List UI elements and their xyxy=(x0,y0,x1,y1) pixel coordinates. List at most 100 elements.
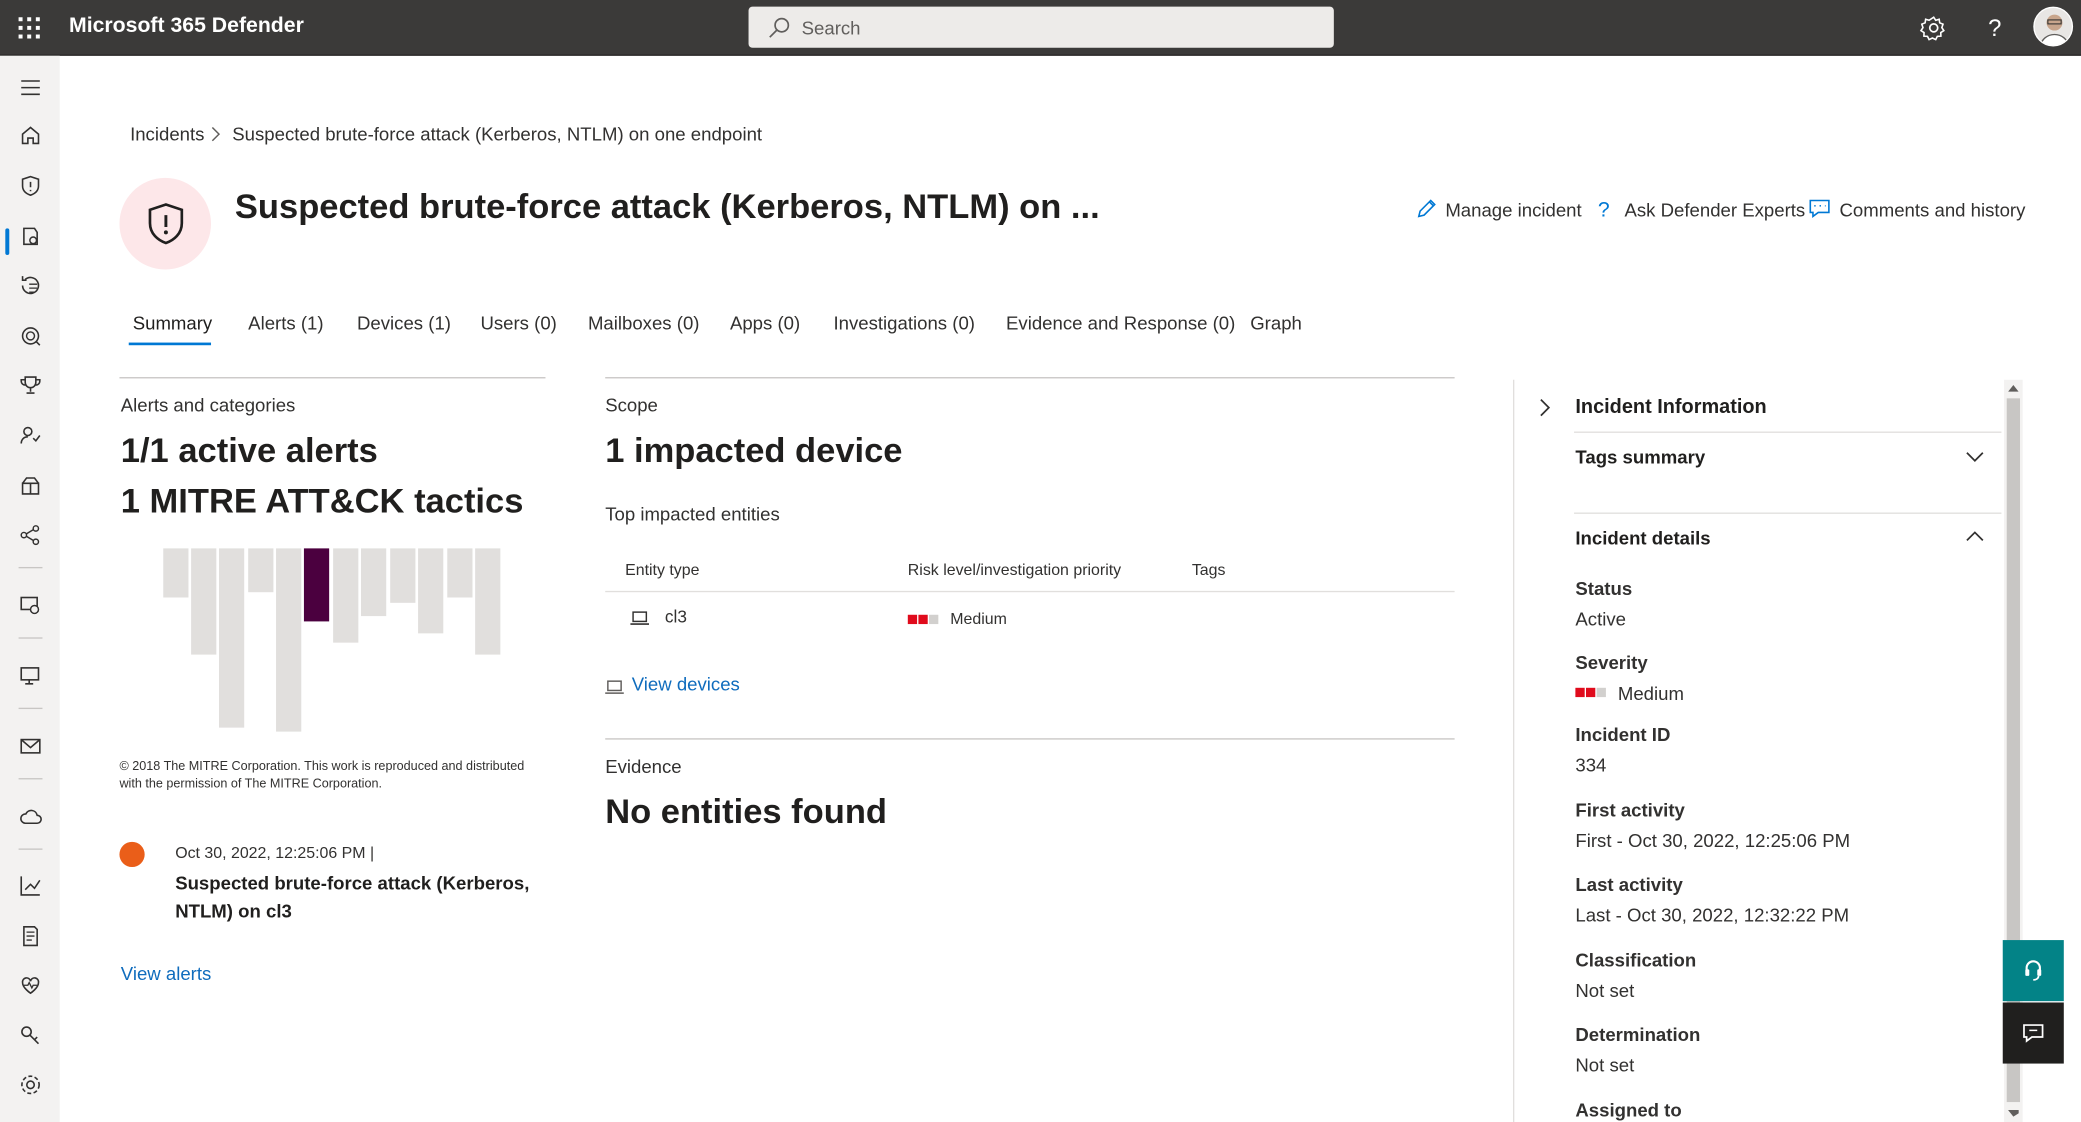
home-icon[interactable] xyxy=(17,122,44,149)
tab-apps[interactable]: Apps (0) xyxy=(730,312,800,333)
manage-incident-button[interactable]: Manage incident xyxy=(1415,197,1582,224)
scope-section-label: Scope xyxy=(605,394,658,416)
active-tab-indicator xyxy=(128,342,212,346)
chevron-right-icon[interactable] xyxy=(1537,397,1553,418)
manage-incident-label: Manage incident xyxy=(1445,199,1582,221)
classification-label: Classification xyxy=(1575,949,1697,971)
tab-investigations[interactable]: Investigations (0) xyxy=(833,312,974,333)
status-label: Status xyxy=(1575,577,1633,599)
table-header-divider xyxy=(605,590,1455,593)
nav-separator xyxy=(18,707,43,710)
incident-id-label: Incident ID xyxy=(1575,723,1671,745)
search-box[interactable] xyxy=(748,6,1334,48)
nav-active-indicator xyxy=(5,228,10,255)
scroll-down-icon[interactable] xyxy=(2008,1110,2019,1118)
shield-alert-icon xyxy=(148,203,184,245)
feedback-button[interactable] xyxy=(2002,1002,2064,1064)
trials-icon[interactable] xyxy=(17,471,44,498)
partner-catalog-icon[interactable] xyxy=(17,522,44,549)
section-divider xyxy=(605,377,1455,379)
tab-mailboxes[interactable]: Mailboxes (0) xyxy=(588,312,700,333)
alert-timestamp: Oct 30, 2022, 12:25:06 PM | xyxy=(175,843,375,862)
incident-title: Suspected brute-force attack (Kerberos, … xyxy=(234,185,1100,226)
comment-icon xyxy=(1809,199,1830,219)
incident-id-value: 334 xyxy=(1575,754,1607,776)
help-icon[interactable]: ? xyxy=(1979,13,2008,42)
tactic-bar-active[interactable] xyxy=(303,548,330,622)
col-risk-level[interactable]: Risk level/investigation priority xyxy=(908,560,1121,579)
last-activity-label: Last activity xyxy=(1575,873,1683,895)
tags-summary-header[interactable]: Tags summary xyxy=(1575,446,1705,467)
severity-value: Medium xyxy=(1617,682,1684,704)
tactic-bar[interactable] xyxy=(163,548,189,598)
comments-history-label: Comments and history xyxy=(1839,199,2026,221)
learning-hub-icon[interactable] xyxy=(17,422,44,449)
tactic-bar[interactable] xyxy=(218,548,245,728)
entity-name[interactable]: cl3 xyxy=(665,607,687,627)
chevron-down-icon[interactable] xyxy=(1964,449,1985,465)
view-alerts-link[interactable]: View alerts xyxy=(121,963,212,984)
tab-devices[interactable]: Devices (1) xyxy=(357,312,451,333)
breadcrumb-incidents[interactable]: Incidents xyxy=(130,123,204,144)
audit-icon[interactable] xyxy=(17,923,44,950)
hamburger-menu-icon[interactable] xyxy=(17,74,44,101)
pencil-icon xyxy=(1417,199,1436,218)
nav-separator xyxy=(18,637,43,639)
alert-title[interactable]: Suspected brute-force attack (Kerberos, … xyxy=(175,870,533,926)
permissions-icon[interactable] xyxy=(17,1022,44,1049)
panel-divider-line xyxy=(1574,512,2002,514)
search-input[interactable] xyxy=(801,13,1306,42)
reports-icon[interactable] xyxy=(17,872,44,899)
app-title[interactable]: Microsoft 365 Defender xyxy=(69,15,304,39)
col-tags[interactable]: Tags xyxy=(1192,560,1226,579)
assets-icon[interactable] xyxy=(17,592,44,619)
tab-graph[interactable]: Graph xyxy=(1250,312,1302,333)
action-center-icon[interactable] xyxy=(17,272,44,299)
feedback-icon xyxy=(2023,1024,2044,1043)
breadcrumb-current: Suspected brute-force attack (Kerberos, … xyxy=(232,123,763,145)
tactic-bar[interactable] xyxy=(333,548,359,643)
tactic-bar[interactable] xyxy=(447,548,473,598)
scroll-up-icon[interactable] xyxy=(2008,384,2019,392)
tactic-bar[interactable] xyxy=(276,548,302,732)
alert-severity-dot xyxy=(119,841,145,868)
section-divider xyxy=(119,377,546,379)
comments-history-button[interactable]: Comments and history xyxy=(1808,197,2025,224)
tab-users[interactable]: Users (0) xyxy=(480,312,556,333)
health-icon[interactable] xyxy=(17,972,44,999)
incident-details-header[interactable]: Incident details xyxy=(1575,527,1710,548)
user-avatar-icon xyxy=(2034,7,2072,46)
tab-alerts[interactable]: Alerts (1) xyxy=(248,312,323,333)
avatar[interactable] xyxy=(2033,6,2074,47)
tactic-bar[interactable] xyxy=(418,548,444,634)
col-entity-type[interactable]: Entity type xyxy=(625,560,699,579)
settings-icon[interactable] xyxy=(1919,13,1948,42)
laptop-icon xyxy=(630,611,650,625)
contact-support-button[interactable] xyxy=(2002,940,2064,1002)
top-impacted-entities-label: Top impacted entities xyxy=(605,503,780,525)
panel-divider xyxy=(1513,379,1515,1122)
secure-score-icon[interactable] xyxy=(17,372,44,399)
ask-defender-experts-button[interactable]: ? Ask Defender Experts xyxy=(1595,197,1805,224)
email-icon[interactable] xyxy=(17,733,44,760)
hunting-icon[interactable] xyxy=(17,223,44,250)
classification-value: Not set xyxy=(1575,979,1635,1002)
active-alerts-count: 1/1 active alerts xyxy=(120,430,378,471)
cloud-apps-icon[interactable] xyxy=(17,803,44,830)
tactic-bar[interactable] xyxy=(390,548,416,603)
tactic-bar[interactable] xyxy=(248,548,274,593)
tactic-bar[interactable] xyxy=(475,548,501,655)
chevron-up-icon[interactable] xyxy=(1964,528,1985,544)
tab-summary[interactable]: Summary xyxy=(133,312,213,333)
tab-evidence-and-response[interactable]: Evidence and Response (0) xyxy=(1006,312,1235,333)
determination-value: Not set xyxy=(1575,1054,1635,1076)
endpoints-icon[interactable] xyxy=(17,663,44,690)
tactic-bar[interactable] xyxy=(360,548,387,617)
svg-text:?: ? xyxy=(1598,197,1610,220)
nav-settings-icon[interactable] xyxy=(17,1072,44,1099)
threat-analytics-icon[interactable] xyxy=(17,323,44,350)
tactic-bar[interactable] xyxy=(191,548,217,655)
app-launcher-icon[interactable] xyxy=(17,16,41,40)
shield-incidents-icon[interactable] xyxy=(17,173,44,200)
view-devices-link[interactable]: View devices xyxy=(632,673,740,694)
